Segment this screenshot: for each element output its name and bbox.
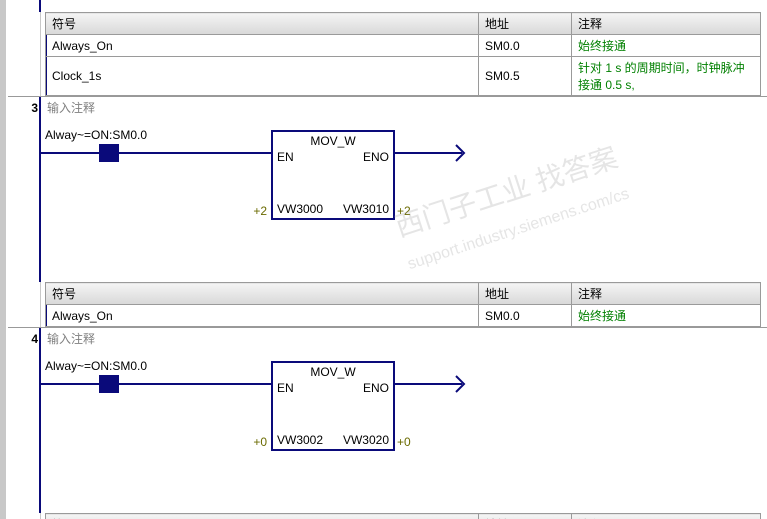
comment-cell: 始终接通 xyxy=(572,305,761,327)
address-cell: SM0.5 xyxy=(479,57,572,96)
network-prev: 符号 地址 注释 Always_On SM0.0 始终接通 Clock_1s xyxy=(8,0,767,97)
network-number: 4 xyxy=(8,328,41,519)
pin-in-address: VW3002 xyxy=(277,433,323,447)
symtab-header-address: 地址 xyxy=(479,514,572,519)
symtab-header-symbol: 符号 xyxy=(46,283,479,305)
comment-cell: 针对 1 s 的周期时间，时钟脉冲接通 0.5 s, xyxy=(572,57,761,96)
table-row: Always_On SM0.0 始终接通 xyxy=(46,305,761,327)
symtab-header-comment: 注释 xyxy=(572,514,761,519)
pin-eno: ENO xyxy=(363,150,389,164)
pin-in-value: +0 xyxy=(251,435,267,449)
symbol-cell: Always_On xyxy=(46,35,479,57)
comment-cell: 始终接通 xyxy=(572,35,761,57)
pin-out-value: +2 xyxy=(397,204,411,218)
rail-segment xyxy=(119,383,271,385)
symbol-cell: Always_On xyxy=(46,305,479,327)
address-cell: SM0.0 xyxy=(479,35,572,57)
network-title: 输入注释 xyxy=(39,328,767,353)
rail-segment xyxy=(393,152,453,154)
network-number: 3 xyxy=(8,97,41,327)
no-contact[interactable] xyxy=(99,375,119,393)
network-title: 输入注释 xyxy=(39,97,767,122)
mov-w-block[interactable]: MOV_W EN ENO VW3000 VW3010 xyxy=(271,130,395,220)
network-4: 4 输入注释 Alway~=ON:SM0.0 MOV_W EN ENO VW30… xyxy=(8,328,767,519)
table-row: Always_On SM0.0 始终接通 xyxy=(46,35,761,57)
table-row: Clock_1s SM0.5 针对 1 s 的周期时间，时钟脉冲接通 0.5 s… xyxy=(46,57,761,96)
network-3: 3 输入注释 Alway~=ON:SM0.0 MOV_W EN ENO VW30… xyxy=(8,97,767,328)
address-cell: SM0.0 xyxy=(479,305,572,327)
pin-en: EN xyxy=(277,381,294,395)
symtab-header-comment: 注释 xyxy=(572,283,761,305)
symbol-table-prev: 符号 地址 注释 Always_On SM0.0 始终接通 Clock_1s xyxy=(45,12,761,96)
rail-segment xyxy=(393,383,453,385)
block-title: MOV_W xyxy=(273,363,393,379)
pin-en: EN xyxy=(277,150,294,164)
rail-segment xyxy=(119,152,271,154)
block-title: MOV_W xyxy=(273,132,393,148)
left-gutter xyxy=(0,0,6,519)
arrow-icon xyxy=(446,373,468,395)
symbol-cell: Clock_1s xyxy=(46,57,479,96)
pin-out-address: VW3010 xyxy=(343,202,389,216)
rail-segment xyxy=(41,383,101,385)
symbol-table-4: 符号 地址 注释 Always_On SM0.0 始终接通 xyxy=(45,513,761,519)
rail-segment xyxy=(41,152,101,154)
pin-eno: ENO xyxy=(363,381,389,395)
pin-out-value: +0 xyxy=(397,435,411,449)
network-number xyxy=(8,0,41,96)
pin-in-value: +2 xyxy=(251,204,267,218)
page: 符号 地址 注释 Always_On SM0.0 始终接通 Clock_1s xyxy=(0,0,767,519)
no-contact[interactable] xyxy=(99,144,119,162)
symtab-header-address: 地址 xyxy=(479,283,572,305)
arrow-icon xyxy=(446,142,468,164)
pin-in-address: VW3000 xyxy=(277,202,323,216)
symbol-table-3: 符号 地址 注释 Always_On SM0.0 始终接通 xyxy=(45,282,761,327)
contact-label: Alway~=ON:SM0.0 xyxy=(45,359,147,373)
symtab-header-comment: 注释 xyxy=(572,13,761,35)
mov-w-block[interactable]: MOV_W EN ENO VW3002 VW3020 xyxy=(271,361,395,451)
symtab-header-symbol: 符号 xyxy=(46,514,479,519)
symtab-header-address: 地址 xyxy=(479,13,572,35)
ladder-diagram[interactable]: Alway~=ON:SM0.0 MOV_W EN ENO VW3000 VW30… xyxy=(39,122,767,282)
symtab-header-symbol: 符号 xyxy=(46,13,479,35)
contact-label: Alway~=ON:SM0.0 xyxy=(45,128,147,142)
ladder-diagram[interactable]: Alway~=ON:SM0.0 MOV_W EN ENO VW3002 VW30… xyxy=(39,353,767,513)
pin-out-address: VW3020 xyxy=(343,433,389,447)
